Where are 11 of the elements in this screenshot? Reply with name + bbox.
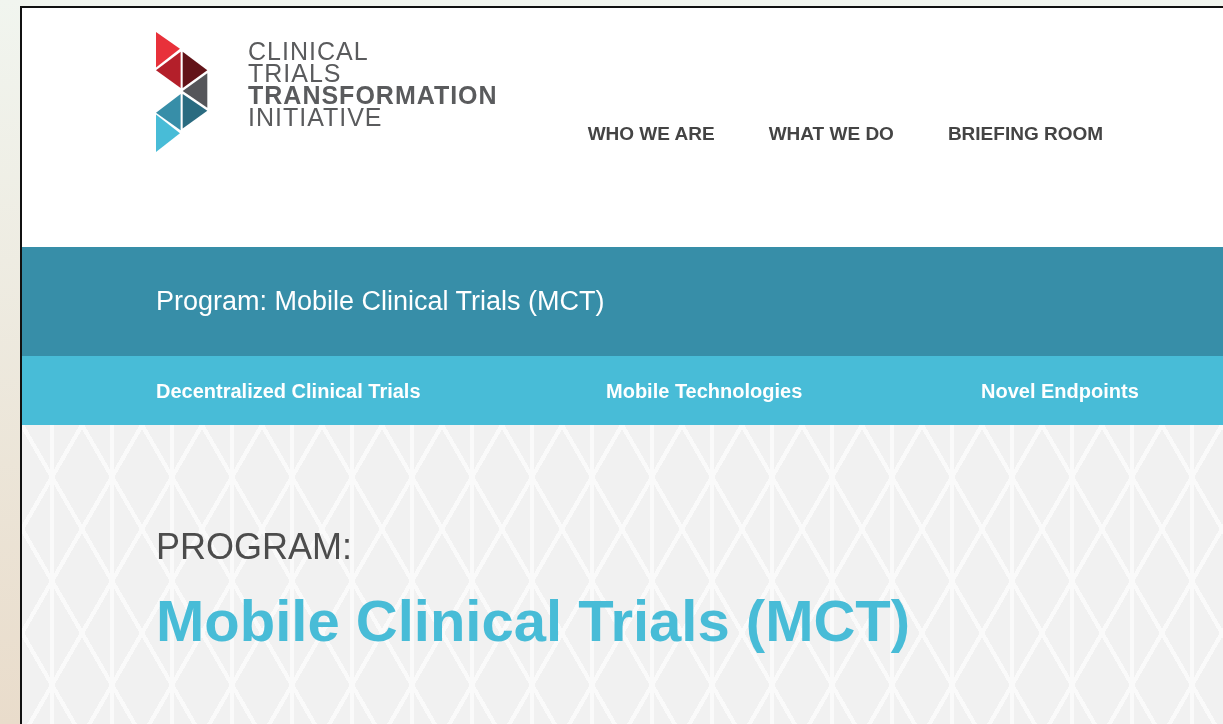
nav-link[interactable]: WHO WE ARE <box>587 120 715 149</box>
nav-link[interactable]: WHAT WE DO <box>768 120 894 149</box>
logo-text: TRIALS <box>248 62 342 84</box>
nav-link[interactable]: BRIEFING ROOM <box>947 120 1104 149</box>
hero-title: Mobile Clinical Trials (MCT) <box>156 587 912 655</box>
program-title: Program: Mobile Clinical Trials (MCT) <box>156 285 605 319</box>
logo-text: INITIATIVE <box>248 106 383 128</box>
logo-text: TRANSFORMATION <box>248 84 498 106</box>
eyebrow-text: PROGRAM: <box>156 529 353 565</box>
logo-text: CLINICAL <box>248 40 370 62</box>
logo-icon <box>156 32 208 152</box>
